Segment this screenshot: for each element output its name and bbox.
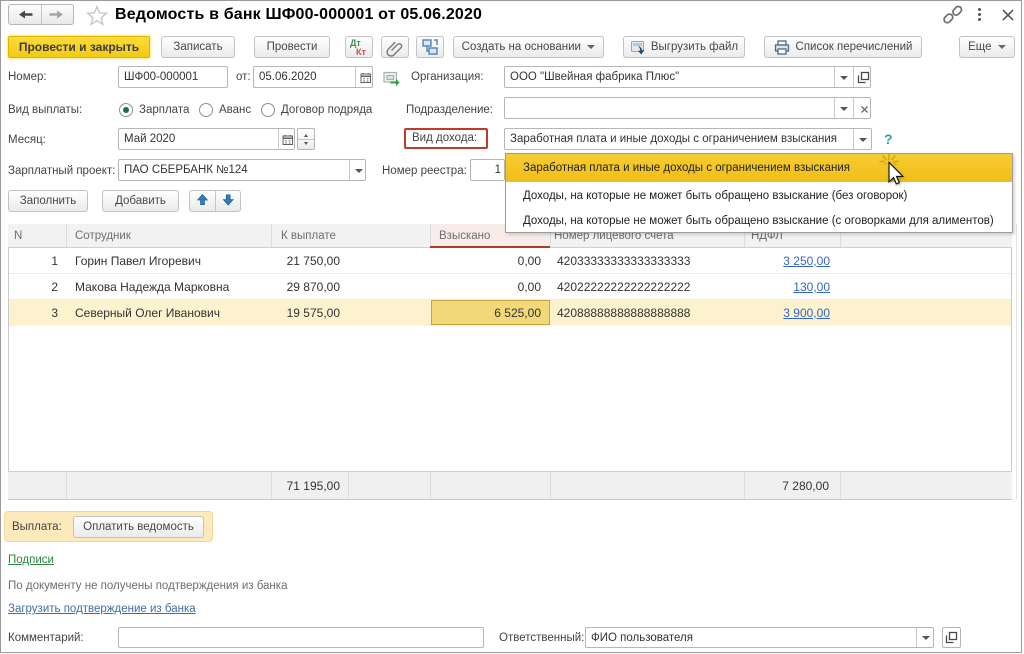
svg-text:Кт: Кт (356, 47, 366, 57)
